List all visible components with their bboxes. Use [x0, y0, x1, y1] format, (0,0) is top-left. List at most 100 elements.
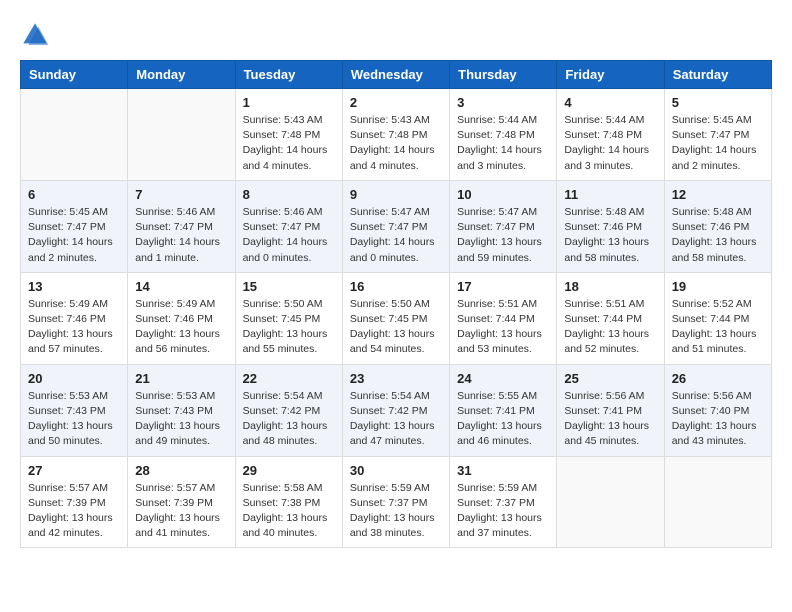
calendar-cell: 26 Sunrise: 5:56 AMSunset: 7:40 PMDayligh…	[664, 364, 771, 456]
calendar-cell: 20 Sunrise: 5:53 AMSunset: 7:43 PMDayligh…	[21, 364, 128, 456]
calendar-cell: 2 Sunrise: 5:43 AMSunset: 7:48 PMDaylight…	[342, 89, 449, 181]
calendar-cell: 11Sunrise: 5:48 AMSunset: 7:46 PMDayligh…	[557, 180, 664, 272]
calendar-cell: 13 Sunrise: 5:49 AMSunset: 7:46 PMDayligh…	[21, 272, 128, 364]
calendar-cell: 10 Sunrise: 5:47 AMSunset: 7:47 PMDayligh…	[450, 180, 557, 272]
day-number: 8	[243, 187, 335, 202]
cell-content: Sunrise: 5:59 AMSunset: 7:37 PMDaylight:…	[350, 481, 442, 542]
calendar-cell: 7 Sunrise: 5:46 AMSunset: 7:47 PMDaylight…	[128, 180, 235, 272]
cell-content: Sunrise: 5:56 AMSunset: 7:40 PMDaylight:…	[672, 389, 764, 450]
calendar-cell	[128, 89, 235, 181]
cell-content: Sunrise: 5:54 AMSunset: 7:42 PMDaylight:…	[350, 389, 442, 450]
day-number: 17	[457, 279, 549, 294]
weekday-header-friday: Friday	[557, 61, 664, 89]
calendar-cell: 19 Sunrise: 5:52 AMSunset: 7:44 PMDayligh…	[664, 272, 771, 364]
weekday-header-saturday: Saturday	[664, 61, 771, 89]
calendar-cell: 4 Sunrise: 5:44 AMSunset: 7:48 PMDaylight…	[557, 89, 664, 181]
calendar-week-row: 13 Sunrise: 5:49 AMSunset: 7:46 PMDayligh…	[21, 272, 772, 364]
calendar-cell: 18Sunrise: 5:51 AMSunset: 7:44 PMDayligh…	[557, 272, 664, 364]
calendar-cell: 1Sunrise: 5:43 AMSunset: 7:48 PMDaylight…	[235, 89, 342, 181]
calendar-cell: 8 Sunrise: 5:46 AMSunset: 7:47 PMDaylight…	[235, 180, 342, 272]
day-number: 4	[564, 95, 656, 110]
day-number: 2	[350, 95, 442, 110]
cell-content: Sunrise: 5:59 AMSunset: 7:37 PMDaylight:…	[457, 481, 549, 542]
calendar-week-row: 6 Sunrise: 5:45 AMSunset: 7:47 PMDaylight…	[21, 180, 772, 272]
weekday-header-thursday: Thursday	[450, 61, 557, 89]
day-number: 21	[135, 371, 227, 386]
day-number: 19	[672, 279, 764, 294]
cell-content: Sunrise: 5:53 AMSunset: 7:43 PMDaylight:…	[135, 389, 227, 450]
cell-content: Sunrise: 5:50 AMSunset: 7:45 PMDaylight:…	[350, 297, 442, 358]
calendar-table: SundayMondayTuesdayWednesdayThursdayFrid…	[20, 60, 772, 548]
day-number: 6	[28, 187, 120, 202]
cell-content: Sunrise: 5:57 AMSunset: 7:39 PMDaylight:…	[135, 481, 227, 542]
day-number: 16	[350, 279, 442, 294]
day-number: 22	[243, 371, 335, 386]
calendar-cell: 12Sunrise: 5:48 AMSunset: 7:46 PMDayligh…	[664, 180, 771, 272]
logo-icon	[20, 20, 50, 50]
calendar-cell: 3Sunrise: 5:44 AMSunset: 7:48 PMDaylight…	[450, 89, 557, 181]
cell-content: Sunrise: 5:55 AMSunset: 7:41 PMDaylight:…	[457, 389, 549, 450]
cell-content: Sunrise: 5:43 AMSunset: 7:48 PMDaylight:…	[350, 113, 442, 174]
day-number: 30	[350, 463, 442, 478]
cell-content: Sunrise: 5:46 AMSunset: 7:47 PMDaylight:…	[135, 205, 227, 266]
day-number: 23	[350, 371, 442, 386]
calendar-cell: 14 Sunrise: 5:49 AMSunset: 7:46 PMDayligh…	[128, 272, 235, 364]
calendar-cell: 23 Sunrise: 5:54 AMSunset: 7:42 PMDayligh…	[342, 364, 449, 456]
weekday-header-monday: Monday	[128, 61, 235, 89]
day-number: 14	[135, 279, 227, 294]
cell-content: Sunrise: 5:44 AMSunset: 7:48 PMDaylight:…	[564, 113, 656, 174]
cell-content: Sunrise: 5:54 AMSunset: 7:42 PMDaylight:…	[243, 389, 335, 450]
calendar-cell	[664, 456, 771, 548]
cell-content: Sunrise: 5:48 AMSunset: 7:46 PMDaylight:…	[672, 205, 764, 266]
cell-content: Sunrise: 5:44 AMSunset: 7:48 PMDaylight:…	[457, 113, 549, 174]
cell-content: Sunrise: 5:50 AMSunset: 7:45 PMDaylight:…	[243, 297, 335, 358]
day-number: 11	[564, 187, 656, 202]
day-number: 9	[350, 187, 442, 202]
cell-content: Sunrise: 5:49 AMSunset: 7:46 PMDaylight:…	[28, 297, 120, 358]
calendar-week-row: 1Sunrise: 5:43 AMSunset: 7:48 PMDaylight…	[21, 89, 772, 181]
day-number: 28	[135, 463, 227, 478]
calendar-cell: 25Sunrise: 5:56 AMSunset: 7:41 PMDayligh…	[557, 364, 664, 456]
calendar-cell: 27 Sunrise: 5:57 AMSunset: 7:39 PMDayligh…	[21, 456, 128, 548]
cell-content: Sunrise: 5:53 AMSunset: 7:43 PMDaylight:…	[28, 389, 120, 450]
day-number: 29	[243, 463, 335, 478]
weekday-header-row: SundayMondayTuesdayWednesdayThursdayFrid…	[21, 61, 772, 89]
day-number: 20	[28, 371, 120, 386]
calendar-cell: 17Sunrise: 5:51 AMSunset: 7:44 PMDayligh…	[450, 272, 557, 364]
calendar-cell: 9 Sunrise: 5:47 AMSunset: 7:47 PMDaylight…	[342, 180, 449, 272]
calendar-cell: 16 Sunrise: 5:50 AMSunset: 7:45 PMDayligh…	[342, 272, 449, 364]
cell-content: Sunrise: 5:49 AMSunset: 7:46 PMDaylight:…	[135, 297, 227, 358]
weekday-header-sunday: Sunday	[21, 61, 128, 89]
calendar-cell: 29 Sunrise: 5:58 AMSunset: 7:38 PMDayligh…	[235, 456, 342, 548]
weekday-header-wednesday: Wednesday	[342, 61, 449, 89]
cell-content: Sunrise: 5:47 AMSunset: 7:47 PMDaylight:…	[350, 205, 442, 266]
day-number: 7	[135, 187, 227, 202]
page-header	[20, 20, 772, 50]
day-number: 27	[28, 463, 120, 478]
day-number: 10	[457, 187, 549, 202]
calendar-week-row: 27 Sunrise: 5:57 AMSunset: 7:39 PMDayligh…	[21, 456, 772, 548]
calendar-cell: 30 Sunrise: 5:59 AMSunset: 7:37 PMDayligh…	[342, 456, 449, 548]
weekday-header-tuesday: Tuesday	[235, 61, 342, 89]
day-number: 26	[672, 371, 764, 386]
cell-content: Sunrise: 5:45 AMSunset: 7:47 PMDaylight:…	[672, 113, 764, 174]
calendar-cell: 24 Sunrise: 5:55 AMSunset: 7:41 PMDayligh…	[450, 364, 557, 456]
cell-content: Sunrise: 5:45 AMSunset: 7:47 PMDaylight:…	[28, 205, 120, 266]
logo	[20, 20, 54, 50]
day-number: 5	[672, 95, 764, 110]
cell-content: Sunrise: 5:58 AMSunset: 7:38 PMDaylight:…	[243, 481, 335, 542]
calendar-week-row: 20 Sunrise: 5:53 AMSunset: 7:43 PMDayligh…	[21, 364, 772, 456]
cell-content: Sunrise: 5:52 AMSunset: 7:44 PMDaylight:…	[672, 297, 764, 358]
calendar-cell: 28 Sunrise: 5:57 AMSunset: 7:39 PMDayligh…	[128, 456, 235, 548]
calendar-cell: 22 Sunrise: 5:54 AMSunset: 7:42 PMDayligh…	[235, 364, 342, 456]
day-number: 13	[28, 279, 120, 294]
calendar-cell	[21, 89, 128, 181]
calendar-cell: 5 Sunrise: 5:45 AMSunset: 7:47 PMDaylight…	[664, 89, 771, 181]
cell-content: Sunrise: 5:47 AMSunset: 7:47 PMDaylight:…	[457, 205, 549, 266]
day-number: 24	[457, 371, 549, 386]
calendar-cell: 31Sunrise: 5:59 AMSunset: 7:37 PMDayligh…	[450, 456, 557, 548]
cell-content: Sunrise: 5:46 AMSunset: 7:47 PMDaylight:…	[243, 205, 335, 266]
cell-content: Sunrise: 5:51 AMSunset: 7:44 PMDaylight:…	[564, 297, 656, 358]
cell-content: Sunrise: 5:57 AMSunset: 7:39 PMDaylight:…	[28, 481, 120, 542]
calendar-cell: 6 Sunrise: 5:45 AMSunset: 7:47 PMDaylight…	[21, 180, 128, 272]
